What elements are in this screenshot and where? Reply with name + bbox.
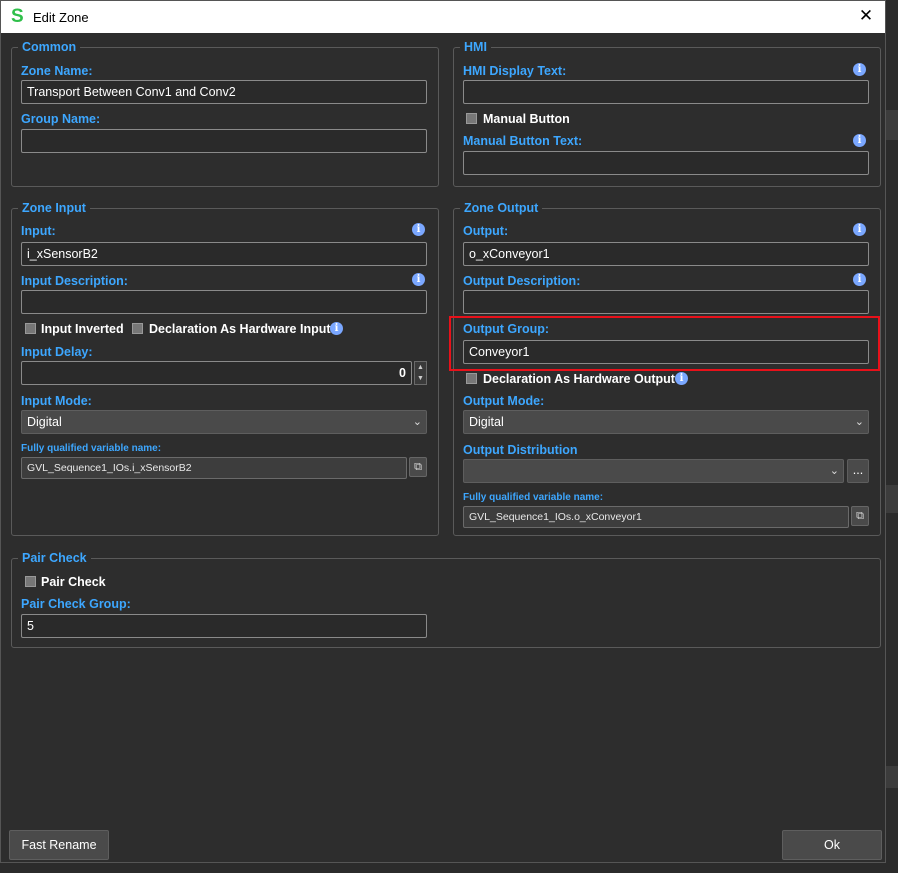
manual-button-text-input[interactable] bbox=[463, 151, 869, 175]
manual-button-checkbox[interactable] bbox=[466, 113, 477, 124]
chevron-down-icon: ⌄ bbox=[412, 416, 422, 428]
output-fq-label: Fully qualified variable name: bbox=[463, 492, 604, 503]
fast-rename-button[interactable]: Fast Rename bbox=[9, 830, 109, 860]
zone-output-legend: Zone Output bbox=[460, 201, 543, 216]
common-legend: Common bbox=[18, 40, 81, 55]
input-delay-spinner[interactable]: ▲ ▼ bbox=[414, 361, 427, 385]
hardware-output-checkbox[interactable] bbox=[466, 373, 477, 384]
output-distribution-label: Output Distribution bbox=[463, 443, 578, 457]
pair-check-group-field[interactable]: 5 bbox=[21, 614, 427, 638]
edit-zone-dialog: S Edit Zone ✕ Common Zone Name: Transpor… bbox=[0, 0, 886, 863]
input-mode-label: Input Mode: bbox=[21, 394, 92, 408]
input-delay-field[interactable]: 0 bbox=[21, 361, 412, 385]
input-mode-value: Digital bbox=[27, 415, 62, 429]
background-app-strip bbox=[886, 110, 898, 140]
output-field[interactable]: o_xConveyor1 bbox=[463, 242, 869, 266]
hardware-output-label: Declaration As Hardware Output bbox=[483, 372, 675, 386]
input-inverted-checkbox[interactable] bbox=[25, 323, 36, 334]
output-mode-select[interactable]: Digital ⌄ bbox=[463, 410, 869, 434]
output-description-label: Output Description: bbox=[463, 274, 581, 288]
window-title: Edit Zone bbox=[33, 10, 89, 25]
title-bar: S Edit Zone ✕ bbox=[1, 1, 885, 33]
input-mode-select[interactable]: Digital ⌄ bbox=[21, 410, 427, 434]
info-icon[interactable]: i bbox=[330, 322, 343, 335]
close-icon[interactable]: ✕ bbox=[855, 5, 877, 27]
ok-button[interactable]: Ok bbox=[782, 830, 882, 860]
input-fq-field[interactable]: GVL_Sequence1_IOs.i_xSensorB2 bbox=[21, 457, 407, 479]
zone-name-input[interactable]: Transport Between Conv1 and Conv2 bbox=[21, 80, 427, 104]
app-logo: S bbox=[11, 6, 24, 27]
zone-input-legend: Zone Input bbox=[18, 201, 90, 216]
info-icon[interactable]: i bbox=[675, 372, 688, 385]
input-description-field[interactable] bbox=[21, 290, 427, 314]
chevron-down-icon: ⌄ bbox=[829, 465, 839, 477]
output-mode-value: Digital bbox=[469, 415, 504, 429]
output-description-field[interactable] bbox=[463, 290, 869, 314]
background-app-strip bbox=[886, 766, 898, 788]
output-fq-field[interactable]: GVL_Sequence1_IOs.o_xConveyor1 bbox=[463, 506, 849, 528]
pair-check-label: Pair Check bbox=[41, 575, 106, 589]
output-label: Output: bbox=[463, 224, 509, 238]
copy-icon[interactable]: ⧉ bbox=[851, 506, 869, 526]
input-inverted-label: Input Inverted bbox=[41, 322, 124, 336]
info-icon[interactable]: i bbox=[412, 223, 425, 236]
pair-check-checkbox[interactable] bbox=[25, 576, 36, 587]
group-name-input[interactable] bbox=[21, 129, 427, 153]
hmi-legend: HMI bbox=[460, 40, 491, 55]
output-distribution-button[interactable]: ... bbox=[847, 459, 869, 483]
pair-check-group-label: Pair Check Group: bbox=[21, 597, 131, 611]
highlight-box bbox=[449, 316, 880, 371]
input-label: Input: bbox=[21, 224, 56, 238]
hmi-display-text-label: HMI Display Text: bbox=[463, 64, 567, 78]
chevron-down-icon: ⌄ bbox=[854, 416, 864, 428]
group-name-label: Group Name: bbox=[21, 112, 101, 126]
input-field[interactable]: i_xSensorB2 bbox=[21, 242, 427, 266]
input-fq-label: Fully qualified variable name: bbox=[21, 443, 162, 454]
output-mode-label: Output Mode: bbox=[463, 394, 545, 408]
input-delay-value: 0 bbox=[399, 366, 406, 380]
zone-name-label: Zone Name: bbox=[21, 64, 93, 78]
hmi-display-text-input[interactable] bbox=[463, 80, 869, 104]
info-icon[interactable]: i bbox=[853, 134, 866, 147]
hardware-input-checkbox[interactable] bbox=[132, 323, 143, 334]
output-distribution-select[interactable]: ⌄ bbox=[463, 459, 844, 483]
input-delay-label: Input Delay: bbox=[21, 345, 93, 359]
input-description-label: Input Description: bbox=[21, 274, 128, 288]
manual-button-label: Manual Button bbox=[483, 112, 570, 126]
pair-check-legend: Pair Check bbox=[18, 551, 91, 566]
manual-button-text-label: Manual Button Text: bbox=[463, 134, 583, 148]
hardware-input-label: Declaration As Hardware Input bbox=[149, 322, 331, 336]
copy-icon[interactable]: ⧉ bbox=[409, 457, 427, 477]
info-icon[interactable]: i bbox=[853, 273, 866, 286]
info-icon[interactable]: i bbox=[412, 273, 425, 286]
info-icon[interactable]: i bbox=[853, 223, 866, 236]
info-icon[interactable]: i bbox=[853, 63, 866, 76]
background-app-strip bbox=[886, 485, 898, 513]
